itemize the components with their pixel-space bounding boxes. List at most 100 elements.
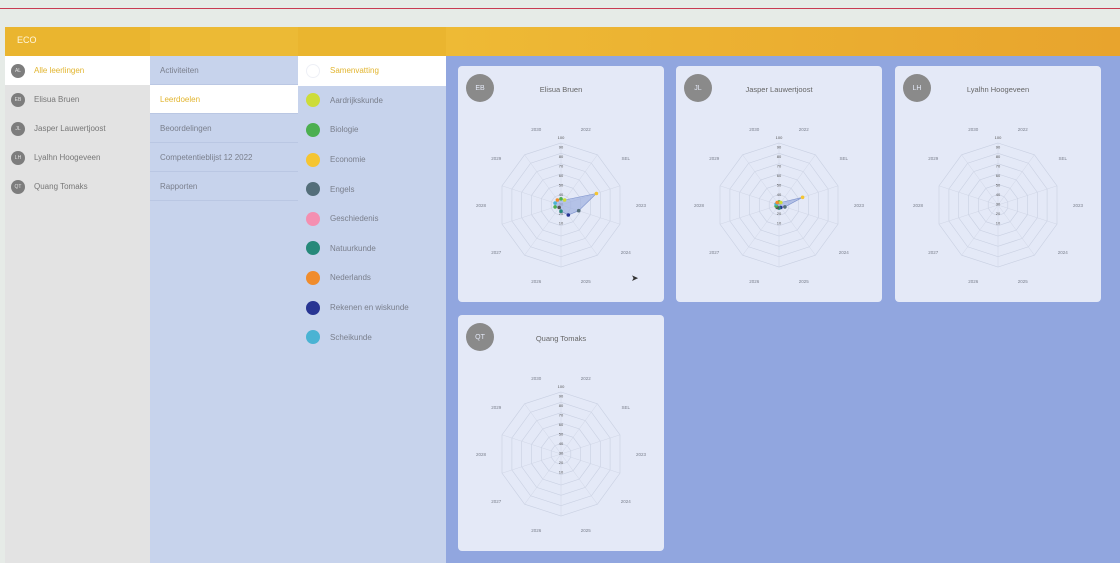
menu-item[interactable]: Beoordelingen bbox=[150, 114, 298, 143]
app-window: ECO AL Alle leerlingen EB Elisua Bruen JL Jas… bbox=[5, 27, 1120, 563]
radar-data-point bbox=[800, 195, 805, 200]
radar-scale-label: 90 bbox=[559, 394, 564, 399]
subject-label: Natuurkunde bbox=[330, 243, 376, 253]
radar-scale-label: 60 bbox=[559, 422, 564, 427]
radar-scale-label: 50 bbox=[777, 183, 782, 188]
radar-scale-label: 100 bbox=[995, 135, 1002, 140]
radar-axis-label: 2024 bbox=[839, 250, 850, 255]
student-radar-card[interactable]: LH Lyalhn Hoogeveen 2022 SEL 2023 2024 2025 202… bbox=[895, 66, 1101, 302]
radar-spoke bbox=[778, 204, 816, 256]
subject-item[interactable]: Economie bbox=[298, 145, 446, 175]
subject-item[interactable]: Geschiedenis bbox=[298, 204, 446, 234]
radar-scale-label: 40 bbox=[559, 441, 564, 446]
student-name: Quang Tomaks bbox=[34, 182, 88, 191]
radar-data-point bbox=[557, 205, 561, 210]
subject-item[interactable]: Nederlands bbox=[298, 263, 446, 293]
radar-axis-label: 2026 bbox=[749, 279, 760, 284]
student-radar-card[interactable]: EB Elisua Bruen 2022 SEL 2023 2024 2025 2026 202… bbox=[458, 66, 664, 302]
radar-axis-label: 2022 bbox=[1018, 127, 1029, 132]
subject-item[interactable]: Biologie bbox=[298, 115, 446, 145]
radar-spoke bbox=[742, 154, 780, 206]
student-name: Lyalhn Hoogeveen bbox=[34, 153, 101, 162]
radar-data-point bbox=[562, 198, 567, 202]
student-item[interactable]: EB Elisua Bruen bbox=[5, 85, 150, 114]
radar-chart: 2022SEL202320242025202620272028202920301… bbox=[476, 376, 647, 533]
subject-color-dot bbox=[306, 63, 320, 78]
radar-axis-label: 2024 bbox=[621, 499, 632, 504]
subject-item[interactable]: Aardrijkskunde bbox=[298, 86, 446, 116]
student-item[interactable]: AL Alle leerlingen bbox=[5, 56, 150, 85]
student-item[interactable]: QT Quang Tomaks bbox=[5, 172, 150, 201]
radar-scale-label: 10 bbox=[559, 221, 564, 226]
menu-item[interactable]: Competentieblijst 12 2022 bbox=[150, 143, 298, 172]
radar-axis-label: 2028 bbox=[913, 203, 924, 208]
radar-chart: 2022SEL202320242025202620272028202920301… bbox=[913, 127, 1084, 284]
radar-axis-label: 2030 bbox=[749, 127, 760, 132]
radar-axis-label: 2030 bbox=[531, 376, 542, 381]
radar-scale-label: 20 bbox=[777, 211, 782, 216]
menu-item[interactable]: Rapporten bbox=[150, 172, 298, 201]
radar-axis-label: 2025 bbox=[799, 279, 810, 284]
student-radar-card[interactable]: JL Jasper Lauwertjoost 2022 SEL 2023 2024 2025… bbox=[676, 66, 882, 302]
avatar: LH bbox=[11, 150, 25, 165]
header-bar-menu bbox=[150, 27, 298, 56]
radar-scale-label: 70 bbox=[559, 413, 564, 418]
radar-axis-label: 2029 bbox=[709, 156, 720, 161]
radar-data-point bbox=[555, 198, 560, 202]
subject-label: Scheikunde bbox=[330, 332, 372, 342]
subject-item[interactable]: Rekenen en wiskunde bbox=[298, 293, 446, 323]
radar-axis-label: 2025 bbox=[1018, 279, 1029, 284]
radar-axis-label: 2022 bbox=[581, 376, 592, 381]
radar-axis-label: 2024 bbox=[621, 250, 632, 255]
radar-data-point bbox=[594, 191, 599, 196]
radar-axis-label: 2030 bbox=[968, 127, 979, 132]
subject-color-dot bbox=[306, 300, 320, 315]
student-item[interactable]: JL Jasper Lauwertjoost bbox=[5, 114, 150, 143]
radar-axis-label: SEL bbox=[839, 156, 848, 161]
subject-color-dot bbox=[306, 330, 320, 345]
subject-label: Nederlands bbox=[330, 273, 371, 283]
student-item[interactable]: LH Lyalhn Hoogeveen bbox=[5, 143, 150, 172]
menu-item[interactable]: Leerdoelen bbox=[150, 85, 298, 114]
subject-label: Biologie bbox=[330, 125, 359, 135]
subject-item[interactable]: Samenvatting bbox=[298, 56, 446, 86]
subject-item[interactable]: Engels bbox=[298, 174, 446, 204]
radar-axis-label: 2023 bbox=[636, 452, 647, 457]
subject-label: Samenvatting bbox=[330, 66, 379, 76]
radar-axis-label: 2029 bbox=[491, 405, 502, 410]
radar-axis-label: 2027 bbox=[928, 250, 939, 255]
radar-axis-label: 2023 bbox=[854, 203, 865, 208]
subject-item[interactable]: Scheikunde bbox=[298, 322, 446, 352]
student-radar-card[interactable]: QT Quang Tomaks 2022 SEL 2023 2024 2025 2026 202… bbox=[458, 315, 664, 551]
student-name: Elisua Bruen bbox=[34, 95, 80, 104]
radar-spoke bbox=[778, 154, 816, 206]
radar-axis-label: 2028 bbox=[476, 452, 487, 457]
radar-scale-label: 30 bbox=[996, 202, 1001, 207]
radar-axis-label: 2026 bbox=[531, 279, 542, 284]
radar-spoke bbox=[560, 403, 598, 455]
card-student-name: Jasper Lauwertjoost bbox=[745, 85, 813, 94]
radar-scale-label: 90 bbox=[559, 145, 564, 150]
radar-spoke bbox=[524, 453, 562, 505]
radar-scale-label: 90 bbox=[777, 145, 782, 150]
subject-label: Economie bbox=[330, 155, 366, 165]
subject-color-dot bbox=[306, 152, 320, 167]
radar-scale-label: 70 bbox=[777, 164, 782, 169]
main-content: EB Elisua Bruen 2022 SEL 2023 2024 2025 2026 202… bbox=[446, 56, 1120, 563]
subject-item[interactable]: Natuurkunde bbox=[298, 234, 446, 264]
radar-data-point bbox=[775, 200, 779, 205]
avatar: QT bbox=[11, 179, 25, 194]
subject-label: Geschiedenis bbox=[330, 214, 379, 224]
subject-color-dot bbox=[306, 122, 320, 137]
radar-scale-label: 70 bbox=[996, 164, 1001, 169]
radar-scale-label: 20 bbox=[559, 460, 564, 465]
radar-axis-label: 2028 bbox=[694, 203, 705, 208]
radar-axis-label: 2029 bbox=[928, 156, 939, 161]
radar-axis-label: SEL bbox=[1058, 156, 1067, 161]
menu-item[interactable]: Activiteiten bbox=[150, 56, 298, 85]
student-name: Alle leerlingen bbox=[34, 66, 85, 75]
avatar: JL bbox=[11, 121, 25, 136]
radar-scale-label: 80 bbox=[996, 154, 1001, 159]
radar-spoke bbox=[997, 154, 1035, 206]
radar-data-point bbox=[553, 205, 557, 209]
